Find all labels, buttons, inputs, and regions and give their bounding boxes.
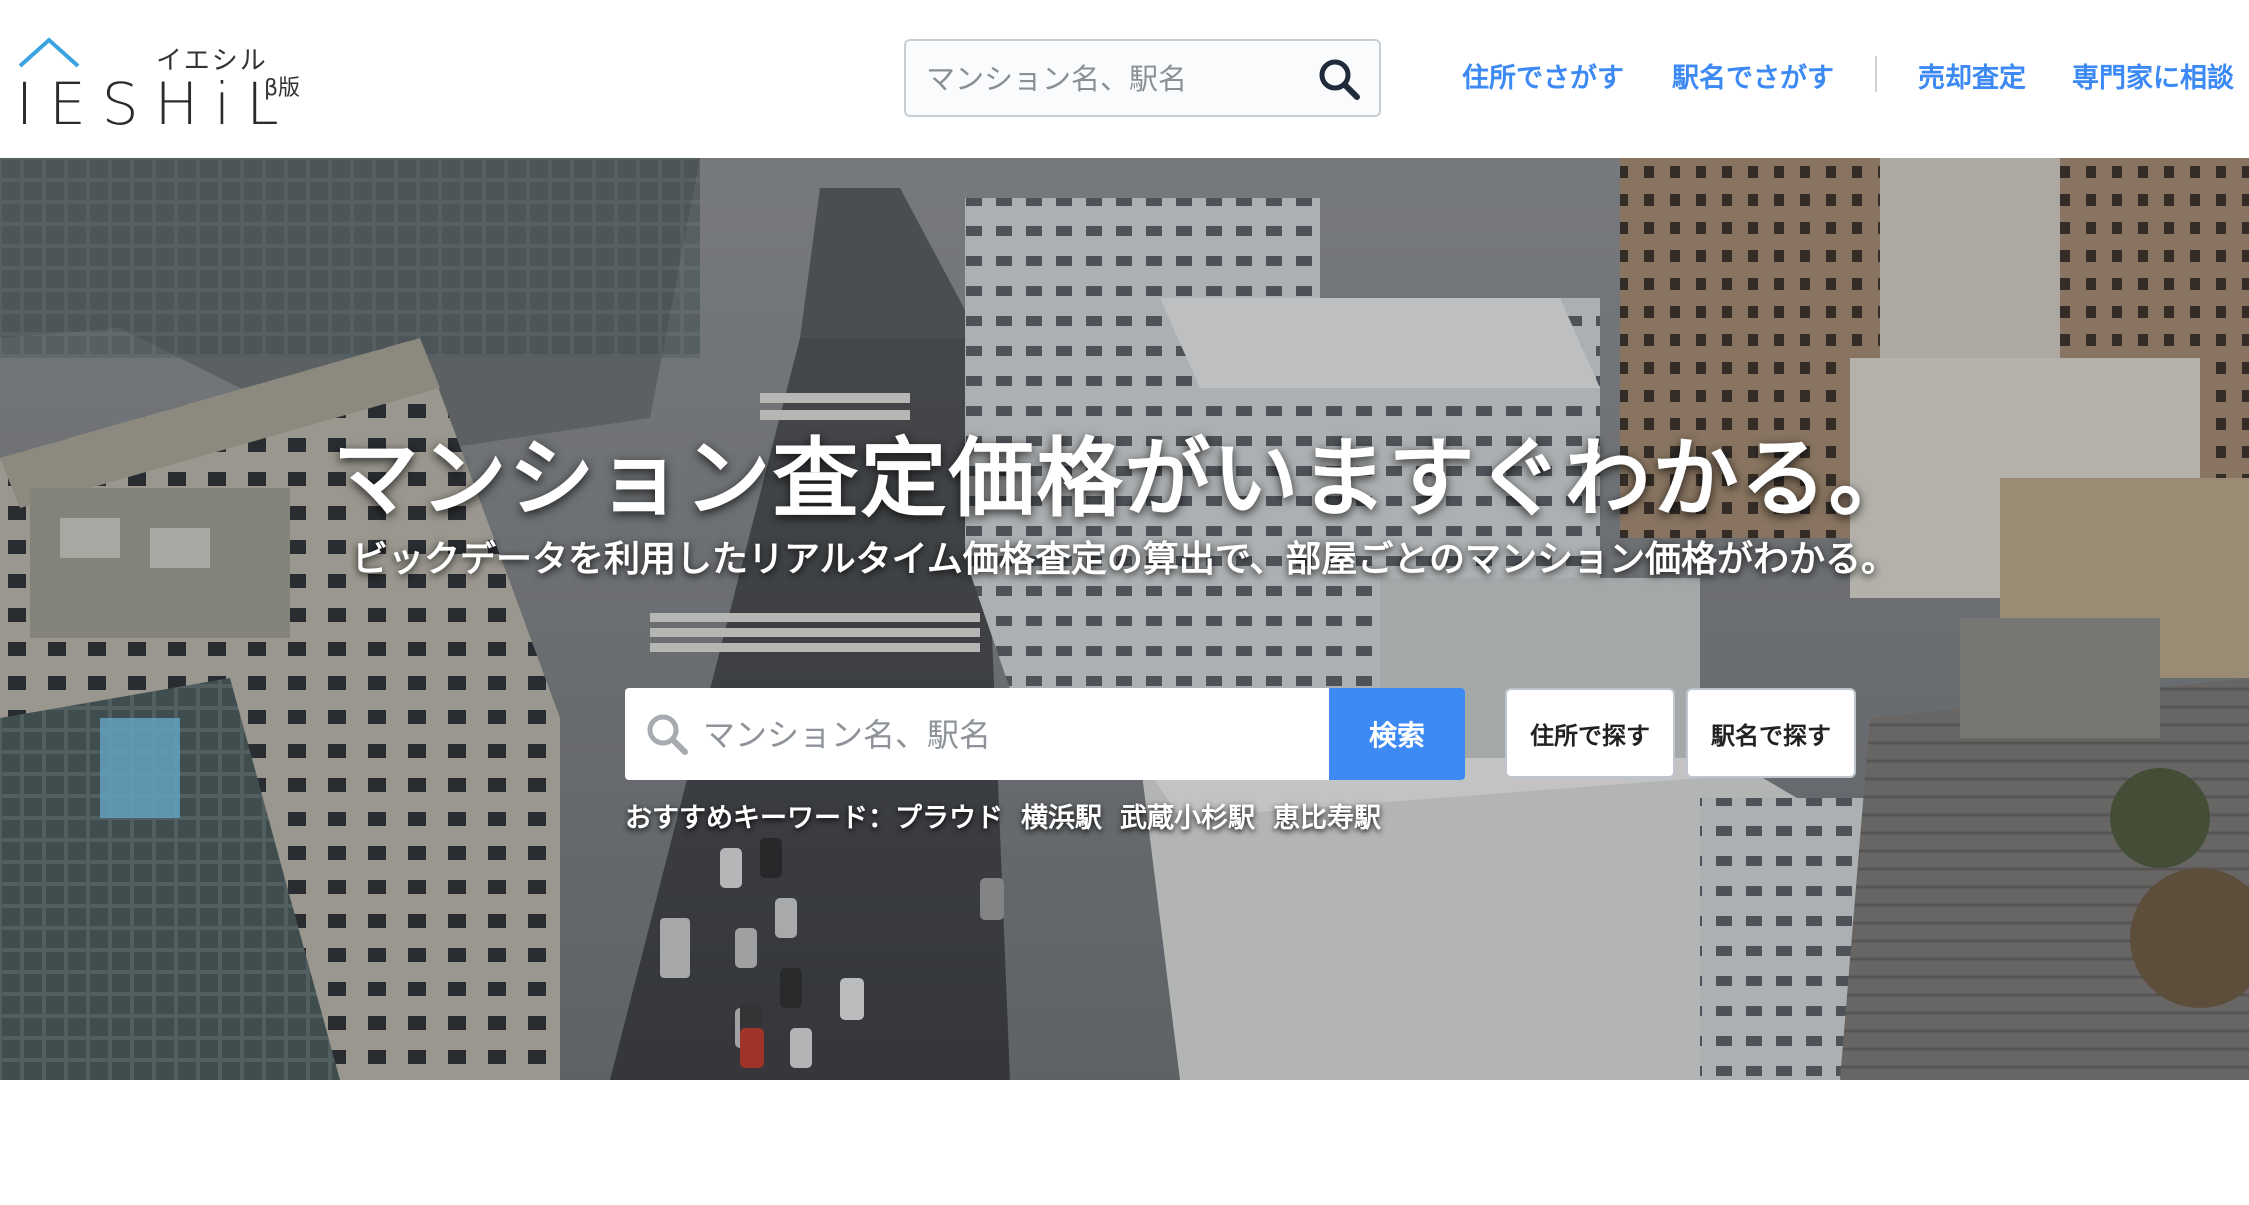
- search-icon[interactable]: [1317, 57, 1361, 101]
- keywords-label: おすすめキーワード：: [625, 803, 895, 834]
- nav-sale-appraisal[interactable]: 売却査定: [1918, 56, 2026, 95]
- logo-wordmark: IESHiL: [16, 70, 295, 138]
- hero-headline: マンション査定価格がいますぐわかる。: [332, 429, 1917, 529]
- beta-label: β版: [264, 76, 301, 101]
- hero-overlay: [0, 158, 2249, 1080]
- nav-divider: [1875, 56, 1877, 92]
- header-search-box: [904, 39, 1381, 117]
- nav-consult-expert[interactable]: 専門家に相談: [2072, 56, 2234, 95]
- house-roof-icon: [18, 37, 80, 68]
- search-by-station-button[interactable]: 駅名で探す: [1686, 688, 1856, 778]
- keyword-link[interactable]: プラウド: [895, 803, 1003, 834]
- site-logo[interactable]: イエシル IESHiL β版: [16, 36, 316, 138]
- hero-subheadline: ビックデータを利用したリアルタイム価格査定の算出で、部屋ごとのマンション価格がわ…: [351, 539, 1898, 580]
- keyword-link[interactable]: 横浜駅: [1021, 803, 1102, 834]
- search-icon: [647, 714, 688, 755]
- hero-search-input[interactable]: [701, 704, 1305, 766]
- search-submit-button[interactable]: 検索: [1329, 688, 1465, 780]
- nav-search-by-address[interactable]: 住所でさがす: [1462, 56, 1624, 95]
- search-by-address-button[interactable]: 住所で探す: [1505, 688, 1675, 778]
- keyword-link[interactable]: 武蔵小杉駅: [1120, 803, 1255, 834]
- keyword-link[interactable]: 恵比寿駅: [1273, 803, 1381, 834]
- hero-section: マンション査定価格がいますぐわかる。 ビックデータを利用したリアルタイム価格査定…: [0, 158, 2249, 1080]
- recommended-keywords: おすすめキーワード：プラウド 横浜駅 武蔵小杉駅 恵比寿駅: [625, 796, 1381, 835]
- header-search-input[interactable]: [924, 51, 1308, 107]
- nav-search-by-station[interactable]: 駅名でさがす: [1672, 56, 1834, 95]
- hero-search-box: 検索: [625, 688, 1465, 780]
- site-header: イエシル IESHiL β版 住所でさがす 駅名でさがす 売却査定 専門家に相談: [0, 0, 2249, 158]
